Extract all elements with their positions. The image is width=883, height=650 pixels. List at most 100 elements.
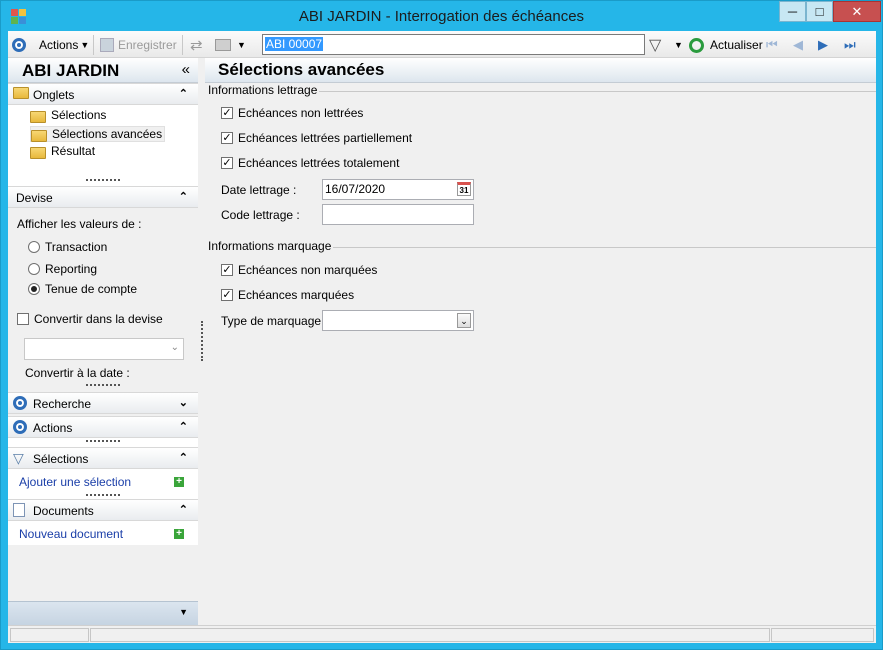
check-lettrees-totalement[interactable]: ✓ Echéances lettrées totalement [221, 156, 399, 170]
maximize-button[interactable]: □ [806, 1, 833, 22]
marquage-group-title: Informations marquage [208, 239, 334, 253]
radio-indicator [28, 283, 40, 295]
filter-icon[interactable]: ▽ [649, 35, 661, 55]
chevron-down-icon: ▼ [179, 607, 188, 617]
radio-indicator [28, 241, 40, 253]
last-record-icon[interactable]: ⏭ [844, 35, 856, 55]
onglets-header[interactable]: Onglets ⌃ [8, 83, 198, 105]
recherche-header[interactable]: Recherche ⌄ [8, 392, 198, 414]
refresh-label: Actualiser [710, 38, 763, 52]
main-header: Sélections avancées [205, 58, 876, 83]
radio-reporting-label: Reporting [45, 262, 98, 276]
nouveau-document-link[interactable]: Nouveau document + [19, 527, 184, 541]
save-icon [100, 38, 114, 52]
splitter-grip[interactable] [86, 440, 120, 443]
collapse-sidebar-icon[interactable]: « [182, 61, 190, 78]
ajouter-selection-label: Ajouter une sélection [19, 475, 132, 489]
radio-tenue-de-compte-label: Tenue de compte [45, 282, 138, 296]
radio-transaction[interactable]: Transaction [28, 240, 107, 254]
chevron-down-icon: ⌄ [178, 397, 188, 409]
checkbox-box: ✓ [221, 264, 233, 276]
check-marquees[interactable]: ✓ Echéances marquées [221, 288, 354, 302]
type-marquage-select[interactable]: ⌄ [322, 310, 474, 331]
filter-dropdown-icon[interactable]: ▼ [674, 35, 683, 55]
splitter-grip[interactable] [86, 494, 120, 497]
date-lettrage-field[interactable]: 16/07/2020 31 [322, 179, 474, 200]
radio-tenue-de-compte[interactable]: Tenue de compte [28, 282, 137, 296]
nouveau-document-label: Nouveau document [19, 527, 124, 541]
tab-selections-avancees[interactable]: Sélections avancées [30, 126, 166, 142]
calendar-icon[interactable]: 31 [457, 182, 471, 196]
check-lettrees-partiellement[interactable]: ✓ Echéances lettrées partiellement [221, 131, 412, 145]
code-lettrage-label: Code lettrage : [221, 208, 300, 222]
window-title: ABI JARDIN - Interrogation des échéances [298, 8, 585, 25]
minimize-button[interactable]: ─ [779, 1, 806, 22]
actions-icon [13, 420, 27, 434]
folder-icon [30, 147, 46, 159]
check-non-lettrees[interactable]: ✓ Echéances non lettrées [221, 106, 363, 120]
folder-icon [30, 111, 46, 123]
document-icon [13, 503, 25, 517]
first-record-icon[interactable]: ⏮ [766, 35, 778, 55]
status-pane-3 [771, 628, 874, 642]
sidebar-title: ABI JARDIN [22, 61, 120, 80]
tab-resultat[interactable]: Résultat [30, 144, 96, 159]
search-value: ABI 00007 [265, 37, 324, 51]
documents-header[interactable]: Documents ⌃ [8, 499, 198, 521]
print-button[interactable]: ▼ [215, 35, 246, 55]
date-lettrage-value: 16/07/2020 [325, 182, 386, 196]
splitter-grip[interactable] [86, 384, 120, 387]
close-button[interactable]: ✕ [833, 1, 881, 22]
refresh-button[interactable]: Actualiser [689, 35, 763, 55]
check-lettrees-partiellement-label: Echéances lettrées partiellement [238, 131, 413, 145]
double-chevron-down-icon: ⌄ [457, 313, 471, 328]
tab-resultat-label: Résultat [51, 144, 96, 158]
sidebar-footer[interactable]: ▼ [8, 601, 198, 625]
actions-menu-button[interactable]: Actions ▼ [39, 35, 89, 55]
toolbar-home-icon[interactable] [12, 35, 26, 55]
checkbox-box: ✓ [221, 132, 233, 144]
radio-reporting[interactable]: Reporting [28, 262, 97, 276]
sidebar-empty-area [8, 545, 198, 601]
devise-label: Devise [16, 191, 53, 205]
tab-selections[interactable]: Sélections [30, 108, 107, 123]
devise-header[interactable]: Devise ⌃ [8, 186, 198, 208]
code-lettrage-field[interactable] [322, 204, 474, 225]
filter-icon: ▽ [13, 450, 24, 466]
toolbar-separator [93, 35, 94, 55]
selections-section-label: Sélections [33, 452, 89, 466]
vertical-splitter[interactable] [201, 321, 203, 361]
ajouter-selection-link[interactable]: Ajouter une sélection + [19, 475, 184, 489]
checkbox-box: ✓ [221, 107, 233, 119]
chevron-down-icon: ▼ [237, 40, 246, 50]
open-folder-icon [31, 130, 47, 142]
previous-record-icon[interactable]: ◀ [793, 35, 803, 55]
radio-transaction-label: Transaction [45, 240, 108, 254]
date-lettrage-label: Date lettrage : [221, 183, 297, 197]
sidebar: ABI JARDIN « Onglets ⌃ Sélections Sélect… [8, 58, 198, 625]
next-record-icon[interactable]: ▶ [818, 35, 828, 55]
check-non-marquees[interactable]: ✓ Echéances non marquées [221, 263, 377, 277]
checkbox-box: ✓ [221, 157, 233, 169]
chevron-up-icon: ⌃ [178, 504, 188, 516]
afficher-valeurs-label: Afficher les valeurs de : [17, 217, 142, 231]
selections-header[interactable]: ▽ Sélections ⌃ [8, 447, 198, 469]
sync-icon[interactable]: ⇄ [190, 35, 203, 55]
actions-header[interactable]: Actions ⌃ [8, 416, 198, 438]
convertir-devise-checkbox[interactable]: Convertir dans la devise [17, 312, 163, 326]
save-button[interactable]: Enregistrer [100, 35, 177, 55]
tab-selections-label: Sélections [51, 108, 107, 122]
page-title: Sélections avancées [218, 60, 385, 79]
recherche-label: Recherche [33, 397, 92, 411]
check-marquees-label: Echéances marquées [238, 288, 355, 302]
check-non-lettrees-label: Echéances non lettrées [238, 106, 364, 120]
search-input[interactable]: ABI 00007 [262, 34, 645, 55]
devise-select[interactable]: ⌄ [24, 338, 184, 360]
radio-indicator [28, 263, 40, 275]
chevron-down-icon: ⌄ [170, 342, 179, 353]
splitter-grip[interactable] [86, 179, 120, 182]
chevron-up-icon: ⌃ [178, 452, 188, 464]
recherche-icon [13, 396, 27, 410]
refresh-icon [689, 37, 704, 53]
title-bar: ABI JARDIN - Interrogation des échéances… [1, 1, 882, 31]
